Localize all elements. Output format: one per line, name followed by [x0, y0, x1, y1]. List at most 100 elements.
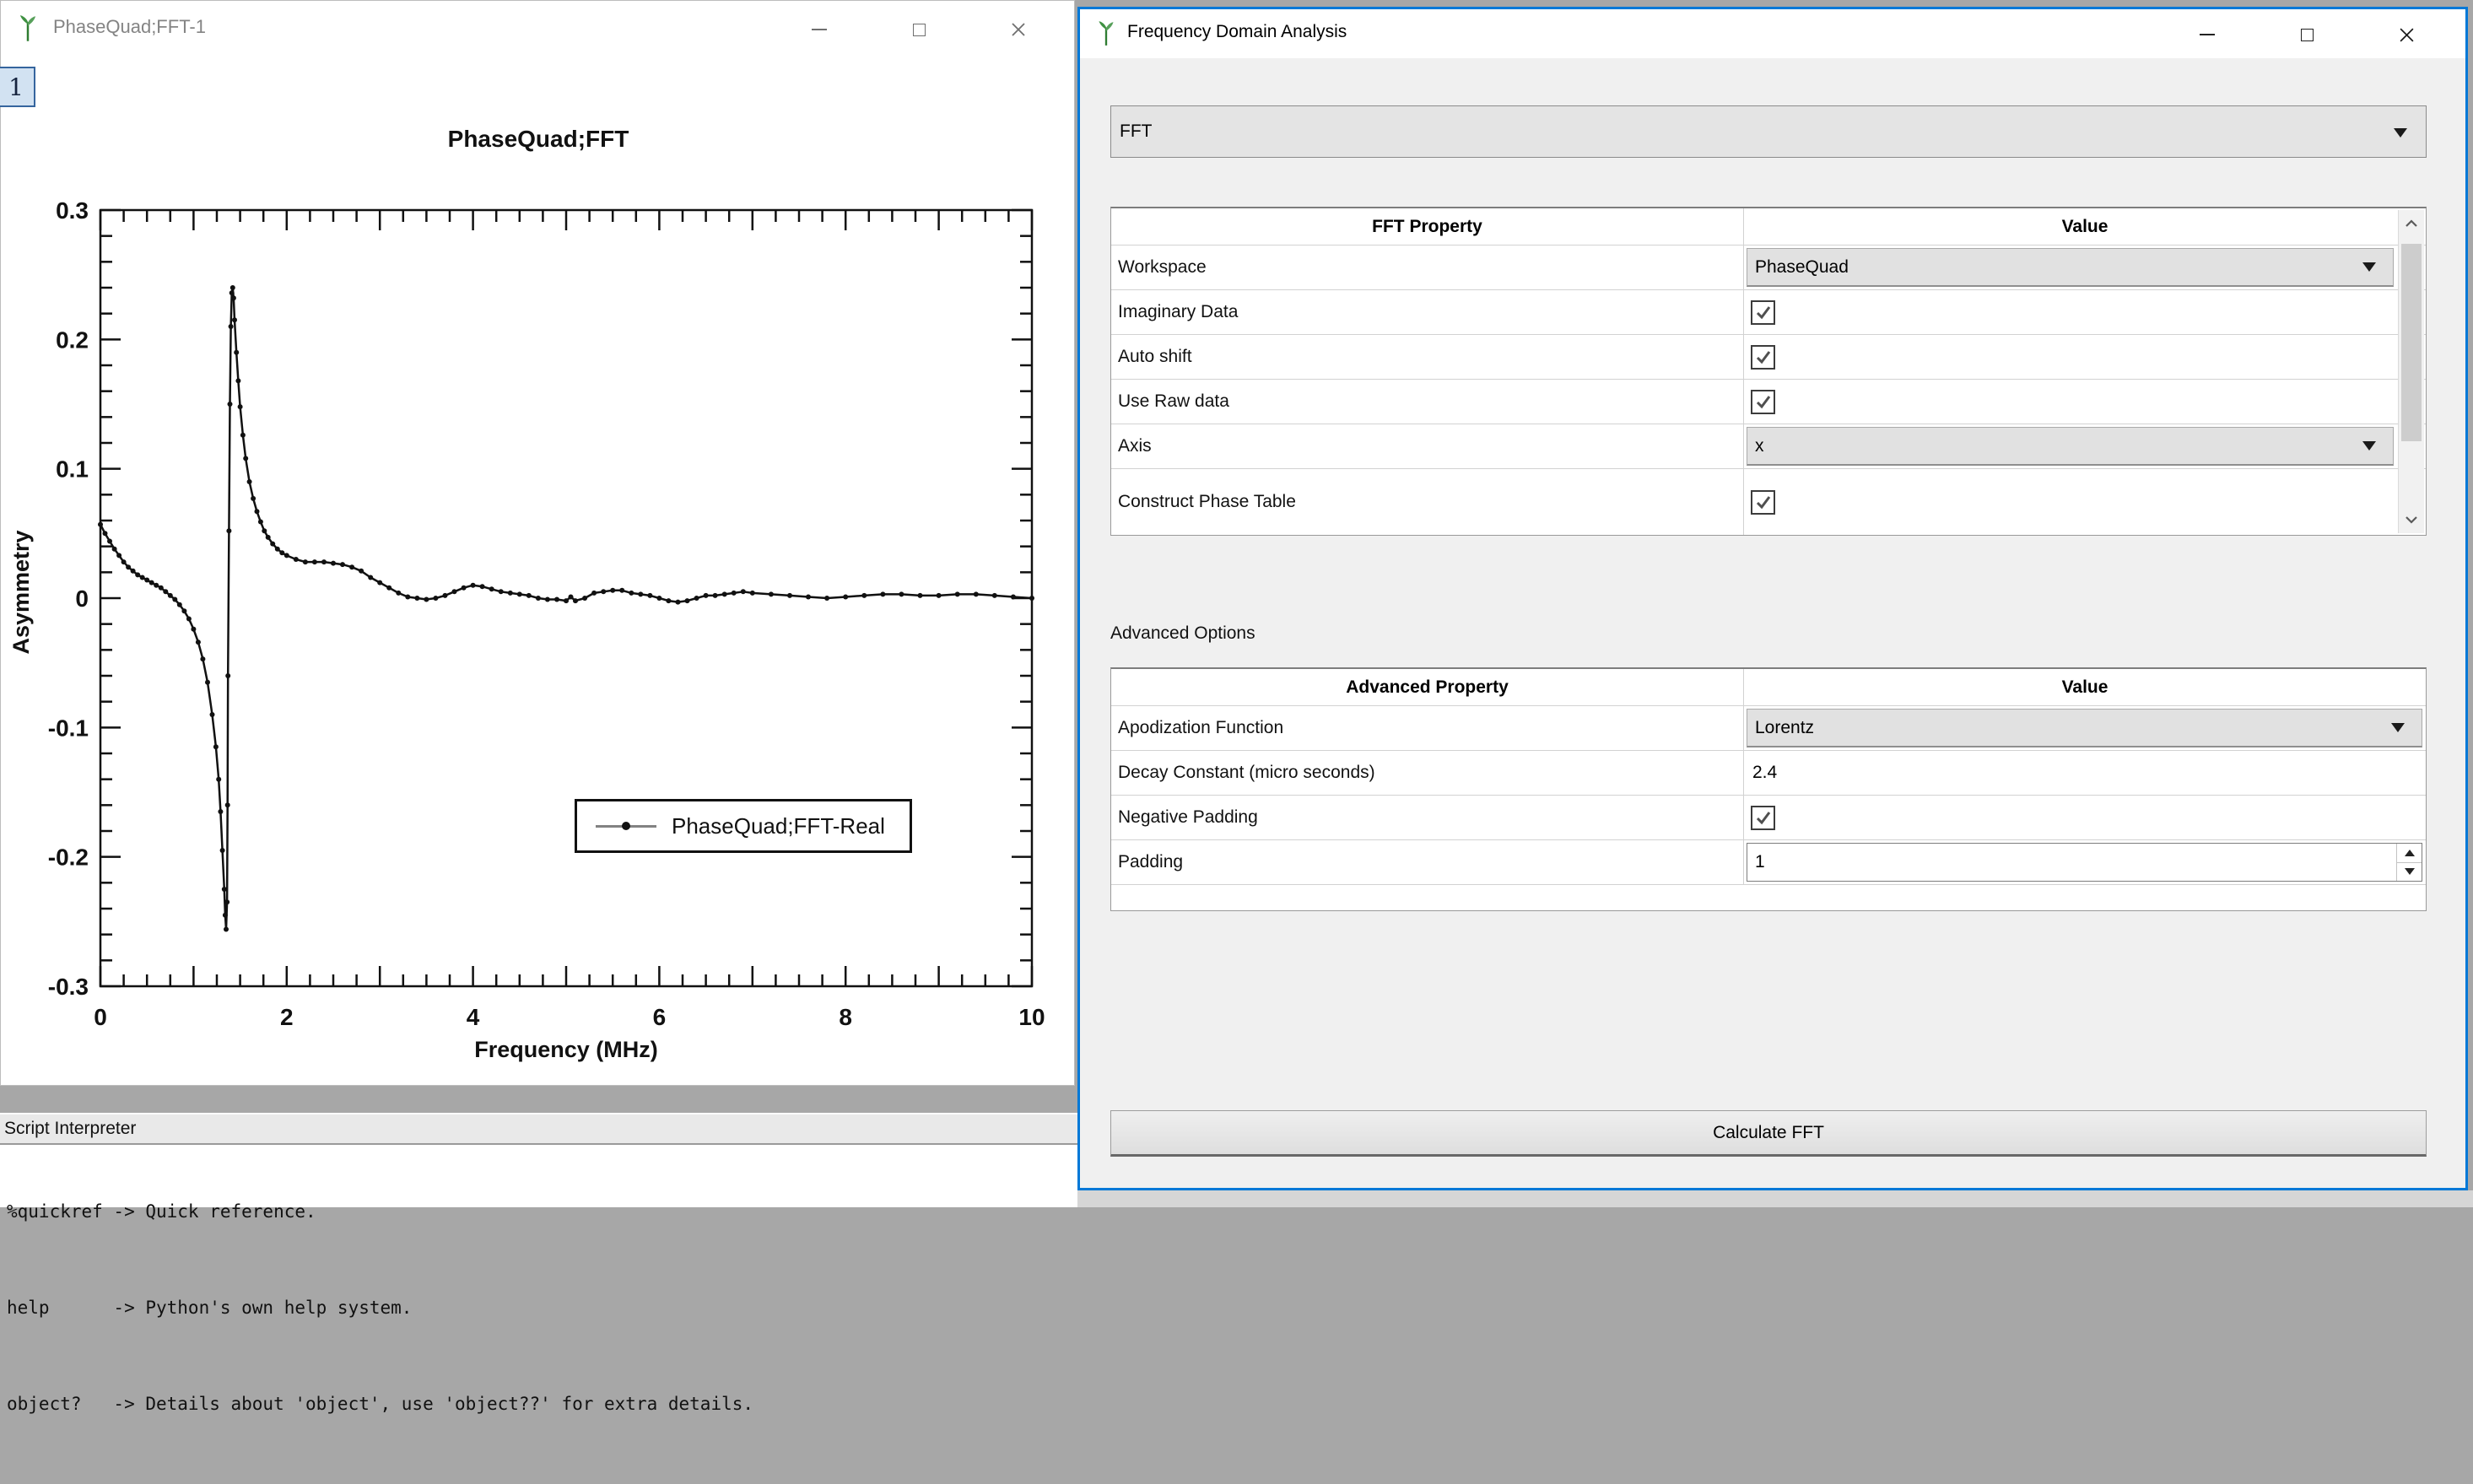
plot-window-title: PhaseQuad;FFT-1: [53, 16, 206, 38]
spin-up-icon[interactable]: [2397, 844, 2422, 863]
property-name: Padding: [1111, 840, 1744, 884]
maximize-icon[interactable]: [2290, 24, 2324, 45]
property-row: Decay Constant (micro seconds)2.4: [1111, 751, 2426, 796]
data-point-marker: [619, 588, 624, 593]
plot-window: PhaseQuad;FFT-1 1 PhaseQuad;FFT Asymmetr…: [0, 0, 1075, 1086]
dialog-title: Frequency Domain Analysis: [1127, 22, 1347, 42]
console-line: %quickref -> Quick reference.: [7, 1195, 1073, 1228]
dropdown-value: Lorentz: [1755, 718, 1814, 738]
use-raw-data-checkbox-checked[interactable]: [1751, 390, 1775, 414]
minimize-icon[interactable]: [2190, 24, 2224, 45]
data-point-marker: [222, 887, 227, 892]
data-point-marker: [1011, 595, 1016, 600]
algorithm-dropdown[interactable]: FFT: [1110, 105, 2427, 158]
data-point-marker: [732, 591, 737, 596]
property-value-cell: PhaseQuad: [1744, 246, 2426, 289]
scroll-up-icon[interactable]: [2399, 210, 2424, 237]
data-point-marker: [610, 588, 615, 593]
column-header: FFT Property: [1111, 208, 1744, 245]
dialog-titlebar[interactable]: Frequency Domain Analysis: [1080, 9, 2465, 58]
data-point-marker: [741, 589, 746, 594]
data-point-marker: [750, 591, 755, 596]
spin-down-icon[interactable]: [2397, 863, 2422, 882]
data-point-marker: [218, 809, 223, 814]
data-point-marker: [232, 317, 237, 322]
data-point-marker: [294, 557, 299, 562]
data-point-marker: [414, 596, 419, 601]
data-point-marker: [787, 593, 792, 598]
calculate-fft-button[interactable]: Calculate FFT: [1110, 1110, 2427, 1157]
data-point-marker: [210, 712, 215, 717]
negative-padding-checkbox-checked[interactable]: [1751, 806, 1775, 830]
property-name: Construct Phase Table: [1111, 469, 1744, 535]
figure-tab-1[interactable]: 1: [0, 67, 35, 107]
dropdown-value: PhaseQuad: [1755, 257, 1849, 278]
data-point-marker: [545, 597, 550, 602]
data-point-marker: [177, 602, 182, 607]
chart-legend[interactable]: PhaseQuad;FFT-Real: [575, 799, 912, 853]
x-tick-label: 4: [467, 1004, 480, 1030]
advanced-table-header: Advanced Property Value: [1111, 669, 2426, 706]
data-point-marker: [247, 479, 252, 484]
imaginary-data-checkbox-checked[interactable]: [1751, 300, 1775, 325]
plot-window-titlebar[interactable]: PhaseQuad;FFT-1: [1, 1, 1074, 55]
data-point-marker: [229, 324, 234, 329]
script-interpreter-titlebar[interactable]: Script Interpreter: [0, 1113, 1080, 1145]
data-point-marker: [480, 584, 485, 589]
property-name: Imaginary Data: [1111, 290, 1744, 334]
data-point-marker: [238, 404, 243, 409]
property-name: Workspace: [1111, 246, 1744, 289]
data-point-marker: [251, 496, 256, 501]
minimize-icon[interactable]: [802, 19, 836, 40]
maximize-icon[interactable]: [902, 19, 936, 40]
data-point-marker: [340, 562, 345, 567]
padding-spinbox[interactable]: 1: [1747, 843, 2422, 882]
data-point-marker: [424, 597, 429, 602]
y-tick-label: 0.2: [56, 326, 89, 353]
property-value-cell: [1744, 380, 2426, 424]
data-point-marker: [186, 617, 192, 622]
data-point-marker: [359, 569, 364, 574]
column-header: Advanced Property: [1111, 669, 1744, 705]
data-point-marker: [591, 591, 597, 596]
data-point-marker: [452, 589, 457, 594]
data-point-marker: [601, 589, 606, 594]
axis-dropdown[interactable]: x: [1747, 427, 2394, 466]
y-tick-label: 0: [75, 586, 89, 612]
construct-phase-table-checkbox-checked[interactable]: [1751, 490, 1775, 515]
data-point-marker: [489, 586, 494, 591]
property-row: Workspace PhaseQuad: [1111, 246, 2426, 290]
data-point-marker: [666, 598, 671, 603]
y-tick-label: -0.1: [48, 715, 89, 741]
data-point-marker: [918, 593, 923, 598]
data-point-marker: [647, 593, 652, 598]
close-icon[interactable]: [1002, 19, 1035, 40]
scroll-down-icon[interactable]: [2399, 506, 2424, 533]
auto-shift-checkbox-checked[interactable]: [1751, 345, 1775, 370]
workspace-dropdown[interactable]: PhaseQuad: [1747, 248, 2394, 287]
data-point-marker: [573, 598, 578, 603]
fft-table-scrollbar[interactable]: [2398, 210, 2424, 533]
data-point-marker: [443, 593, 448, 598]
chevron-down-icon: [2394, 128, 2407, 138]
figure-tab-label: 1: [8, 73, 24, 101]
data-point-marker: [270, 542, 275, 547]
data-point-marker: [229, 290, 235, 295]
scrollbar-thumb[interactable]: [2401, 244, 2422, 441]
data-point-marker: [508, 591, 513, 596]
advanced-property-table: Advanced Property Value Apodization Func…: [1110, 667, 2427, 911]
property-value-text[interactable]: 2.4: [1752, 763, 1777, 783]
data-point-marker: [564, 598, 569, 603]
data-point-marker: [386, 586, 391, 591]
data-point-marker: [284, 553, 289, 558]
data-point-marker: [955, 591, 960, 596]
data-point-marker: [569, 595, 574, 600]
data-point-marker: [140, 575, 145, 580]
chart-title: PhaseQuad;FFT: [1, 126, 1076, 153]
close-icon[interactable]: [2389, 24, 2423, 45]
data-point-marker: [536, 596, 541, 601]
data-point-marker: [131, 569, 136, 574]
script-interpreter-title: Script Interpreter: [4, 1119, 136, 1139]
property-row: Construct Phase Table: [1111, 469, 2426, 535]
apodization-function-dropdown[interactable]: Lorentz: [1747, 709, 2422, 747]
